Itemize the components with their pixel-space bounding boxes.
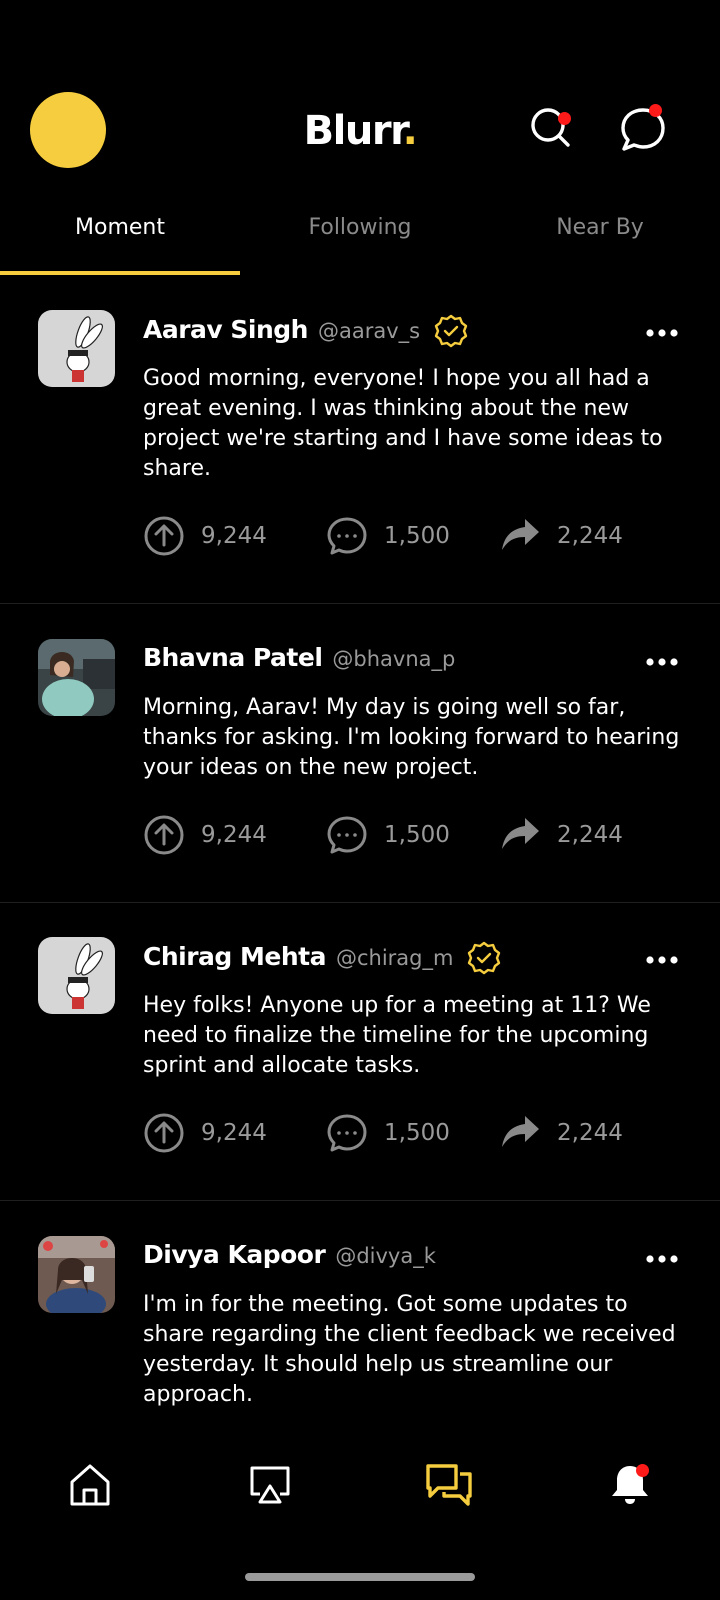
share-button[interactable]: 2,244 (499, 1111, 623, 1155)
upvote-button[interactable]: 9,244 (143, 813, 267, 857)
screen-cast-icon[interactable] (246, 1460, 294, 1508)
user-avatar[interactable] (38, 1236, 115, 1313)
verified-badge-icon (434, 314, 468, 348)
comment-icon (327, 517, 367, 555)
post-card[interactable]: Divya Kapoor @divya_k I'm in for the meet… (0, 1224, 720, 1430)
share-count: 2,244 (557, 523, 623, 549)
tab-moment[interactable]: Moment (0, 215, 240, 240)
bell-icon[interactable] (606, 1460, 654, 1508)
post-card[interactable]: Aarav Singh @aarav_s Good morning, everyo… (0, 298, 720, 604)
author-name[interactable]: Aarav Singh @aarav_s (143, 314, 468, 348)
share-button[interactable]: 2,244 (499, 813, 623, 857)
share-icon (502, 1116, 539, 1147)
post-text: I'm in for the meeting. Got some updates… (143, 1292, 676, 1407)
upvote-button[interactable]: 9,244 (143, 514, 267, 558)
share-icon (502, 818, 539, 849)
post-text: Good morning, everyone! I hope you all h… (143, 366, 663, 481)
post-card[interactable]: Chirag Mehta @chirag_m Hey folks! Anyone … (0, 925, 720, 1201)
comment-count: 1,500 (384, 822, 450, 848)
comment-button[interactable]: 1,500 (326, 514, 450, 558)
author-name[interactable]: Chirag Mehta @chirag_m (143, 941, 501, 975)
author-name[interactable]: Divya Kapoor @divya_k (143, 1240, 436, 1269)
tab-near-by[interactable]: Near By (480, 215, 720, 240)
upvote-count: 9,244 (201, 1120, 267, 1146)
more-options-icon[interactable] (645, 653, 679, 666)
share-icon (502, 519, 539, 550)
messages-icon[interactable] (424, 1460, 472, 1508)
share-button[interactable]: 2,244 (499, 514, 623, 558)
post-text: Hey folks! Anyone up for a meeting at 11… (143, 993, 651, 1078)
more-options-icon[interactable] (645, 324, 679, 337)
chat-bubble-icon[interactable] (617, 104, 665, 152)
bottom-navigation (0, 1430, 720, 1530)
comment-icon (327, 816, 367, 854)
author-handle: @aarav_s (317, 319, 421, 343)
more-options-icon[interactable] (645, 1250, 679, 1263)
comment-button[interactable]: 1,500 (326, 813, 450, 857)
author-handle: @divya_k (335, 1244, 436, 1268)
author-handle: @bhavna_p (332, 647, 456, 671)
comment-icon (327, 1114, 367, 1152)
author-handle: @chirag_m (335, 946, 454, 970)
notification-dot (636, 1464, 649, 1477)
tab-following[interactable]: Following (240, 215, 480, 240)
feed-tabs: Moment Following Near By (0, 205, 720, 275)
comment-count: 1,500 (384, 523, 450, 549)
user-avatar[interactable] (38, 937, 115, 1014)
comment-count: 1,500 (384, 1120, 450, 1146)
post-actions: 9,244 1,500 2,244 (143, 813, 703, 857)
post-text: Morning, Aarav! My day is going well so … (143, 695, 680, 780)
more-options-icon[interactable] (645, 951, 679, 964)
upvote-icon (144, 1113, 184, 1153)
post-actions: 9,244 1,500 2,244 (143, 514, 703, 558)
brand-logo: Blurr. (303, 108, 418, 154)
active-tab-indicator (0, 271, 240, 275)
verified-badge-icon (467, 941, 501, 975)
upvote-count: 9,244 (201, 822, 267, 848)
upvote-icon (144, 516, 184, 556)
share-count: 2,244 (557, 1120, 623, 1146)
user-avatar[interactable] (38, 310, 115, 387)
share-count: 2,244 (557, 822, 623, 848)
upvote-button[interactable]: 9,244 (143, 1111, 267, 1155)
author-name[interactable]: Bhavna Patel @bhavna_p (143, 643, 455, 672)
app-header: Blurr. (0, 0, 720, 200)
notification-dot (558, 112, 571, 125)
search-icon[interactable] (528, 104, 576, 152)
comment-button[interactable]: 1,500 (326, 1111, 450, 1155)
upvote-icon (144, 815, 184, 855)
user-avatar[interactable] (38, 639, 115, 716)
notification-dot (649, 104, 662, 117)
post-card[interactable]: Bhavna Patel @bhavna_p Morning, Aarav! My… (0, 627, 720, 903)
post-actions: 9,244 1,500 2,244 (143, 1111, 703, 1155)
upvote-count: 9,244 (201, 523, 267, 549)
home-indicator[interactable] (245, 1573, 475, 1581)
home-icon[interactable] (66, 1460, 114, 1508)
